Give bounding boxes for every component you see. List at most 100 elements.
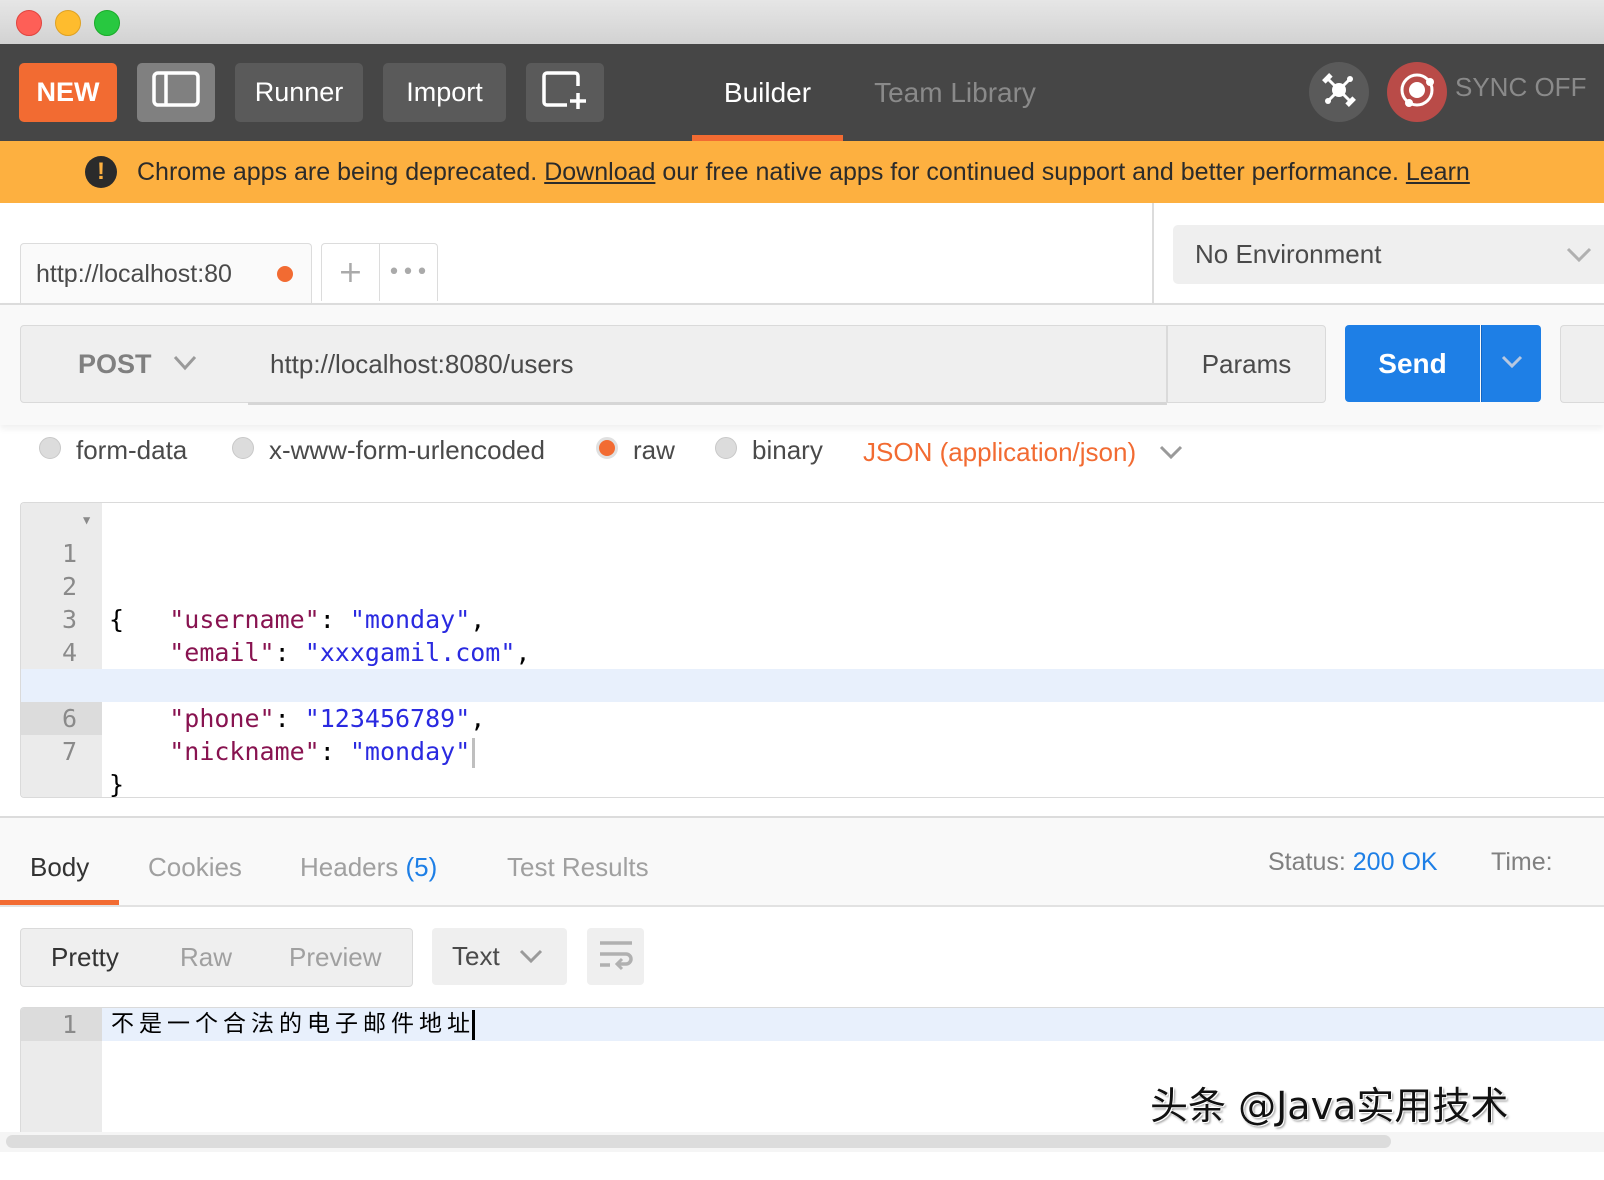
tab-test-results[interactable]: Test Results: [507, 852, 649, 883]
code-line: 5 "phone": "123456789",: [21, 636, 1604, 733]
code-text: }: [109, 770, 125, 798]
window-minimize-button[interactable]: [55, 10, 81, 36]
text-cursor: [472, 1009, 475, 1040]
json-string: "monday": [349, 737, 471, 766]
response-status: Status: 200 OK: [1268, 848, 1438, 877]
sidebar-toggle-icon: [152, 71, 200, 114]
import-button[interactable]: Import: [383, 63, 506, 122]
method-label: POST: [78, 348, 152, 379]
content-type-label: JSON (application/json): [863, 437, 1137, 467]
window-bottom-edge: [0, 1152, 1604, 1180]
response-format-select[interactable]: Text: [432, 928, 567, 985]
radio-label: form-data: [76, 435, 188, 465]
unsaved-indicator-icon: [277, 266, 293, 282]
app-header: NEW Runner Import Builder Team Library S…: [0, 44, 1604, 141]
window-title-bar: [0, 0, 1604, 45]
code-line: 2 "username": "monday",: [21, 537, 1604, 634]
download-link[interactable]: Download: [544, 158, 655, 187]
tab-label: Headers: [300, 852, 399, 882]
deprecation-banner: ! Chrome apps are being deprecated. Down…: [0, 141, 1604, 203]
radio-checked-icon: [596, 436, 618, 459]
line-number: 7: [61, 737, 77, 766]
banner-text: Chrome apps are being deprecated.: [137, 157, 538, 186]
banner-text-after: our free native apps for continued suppo…: [662, 157, 1399, 186]
view-preview-button[interactable]: Preview: [289, 942, 381, 973]
url-input[interactable]: http://localhost:8080/users: [248, 325, 1167, 405]
runner-button[interactable]: Runner: [235, 63, 363, 122]
fold-arrow-icon[interactable]: ▼: [83, 504, 90, 537]
more-tabs-button[interactable]: •••: [379, 243, 438, 301]
radio-label: raw: [633, 435, 675, 465]
sync-status-label: SYNC OFF: [1455, 72, 1587, 102]
send-button[interactable]: Send: [1345, 325, 1480, 402]
code-line: 7 }: [21, 702, 1604, 797]
environment-selected: No Environment: [1195, 239, 1382, 269]
sync-icon: [1395, 68, 1439, 116]
code-line: 4 "age": 18,: [21, 603, 1604, 700]
radio-label: x-www-form-urlencoded: [269, 435, 545, 465]
status-label: Status:: [1268, 848, 1346, 876]
new-button[interactable]: NEW: [19, 63, 117, 122]
sync-button[interactable]: [1387, 62, 1447, 122]
json-key: "nickname": [169, 737, 320, 766]
sidebar-toggle-button[interactable]: [137, 63, 215, 122]
response-time: Time:: [1491, 848, 1553, 876]
radio-label: binary: [752, 435, 823, 465]
code-line: 3 "email": "xxxgamil.com",: [21, 570, 1604, 667]
line-number: 1: [21, 1008, 102, 1041]
window-close-button[interactable]: [16, 10, 42, 36]
tab-response-cookies[interactable]: Cookies: [148, 852, 242, 883]
status-value: 200 OK: [1352, 848, 1438, 876]
chevron-down-icon: [1564, 239, 1594, 276]
request-tab[interactable]: http://localhost:80: [20, 243, 312, 304]
text-cursor: [472, 738, 476, 768]
content-type-select[interactable]: JSON (application/json): [863, 437, 1184, 468]
learn-more-link[interactable]: Learn: [1406, 158, 1470, 187]
environment-select[interactable]: No Environment: [1173, 225, 1604, 284]
watermark: 头条 @Java实用技术: [1150, 1084, 1509, 1128]
body-type-options: form-data x-www-form-urlencoded raw bina…: [0, 425, 1604, 480]
view-raw-button[interactable]: Raw: [180, 942, 232, 973]
interceptor-button[interactable]: [1309, 62, 1369, 122]
radio-circle-icon: [39, 436, 61, 459]
params-button[interactable]: Params: [1167, 325, 1326, 403]
divider: [1152, 203, 1154, 303]
code-line: 1 ▼ {: [21, 504, 1604, 634]
response-view-toggle: Pretty Raw Preview: [20, 928, 413, 987]
satellite-icon: [1319, 70, 1359, 114]
radio-raw[interactable]: raw: [596, 435, 675, 466]
chevron-down-icon: [172, 349, 198, 380]
request-body-editor[interactable]: 1 ▼ { 2 "username": "monday", 3 "email":…: [20, 502, 1604, 798]
format-label: Text: [452, 941, 500, 971]
radio-urlencoded[interactable]: x-www-form-urlencoded: [232, 435, 545, 466]
radio-form-data[interactable]: form-data: [39, 435, 187, 466]
tab-team-library[interactable]: Team Library: [860, 44, 1050, 141]
method-select[interactable]: POST: [20, 325, 249, 403]
save-button[interactable]: [1560, 325, 1604, 403]
tab-response-body[interactable]: Body: [30, 852, 89, 883]
radio-circle-icon: [715, 436, 737, 459]
radio-binary[interactable]: binary: [715, 435, 823, 466]
view-pretty-button[interactable]: Pretty: [51, 942, 119, 973]
divider: [0, 905, 1604, 907]
new-window-icon: [541, 69, 589, 116]
radio-circle-icon: [232, 436, 254, 459]
chevron-down-icon: [518, 941, 544, 972]
add-tab-button[interactable]: +: [321, 243, 380, 301]
response-text: 不是一个合法的电子邮件地址: [111, 1011, 475, 1037]
new-window-button[interactable]: [526, 63, 604, 122]
wrap-lines-icon: [598, 939, 634, 975]
send-options-button[interactable]: [1481, 325, 1541, 402]
wrap-lines-button[interactable]: [587, 928, 644, 985]
horizontal-scrollbar-thumb[interactable]: [6, 1135, 1391, 1148]
tab-builder[interactable]: Builder: [692, 44, 843, 141]
warning-icon: !: [85, 156, 117, 188]
headers-count-badge: (5): [405, 852, 438, 882]
code-line-active: 6 "nickname": "monday": [21, 669, 1604, 768]
tab-response-headers[interactable]: Headers (5): [300, 852, 437, 883]
chevron-down-icon: [1158, 437, 1184, 468]
window-maximize-button[interactable]: [94, 10, 120, 36]
request-tab-label: http://localhost:80: [36, 259, 232, 288]
response-line: 1 不是一个合法的电子邮件地址: [21, 1008, 1604, 1041]
chevron-down-icon: [1500, 354, 1524, 374]
